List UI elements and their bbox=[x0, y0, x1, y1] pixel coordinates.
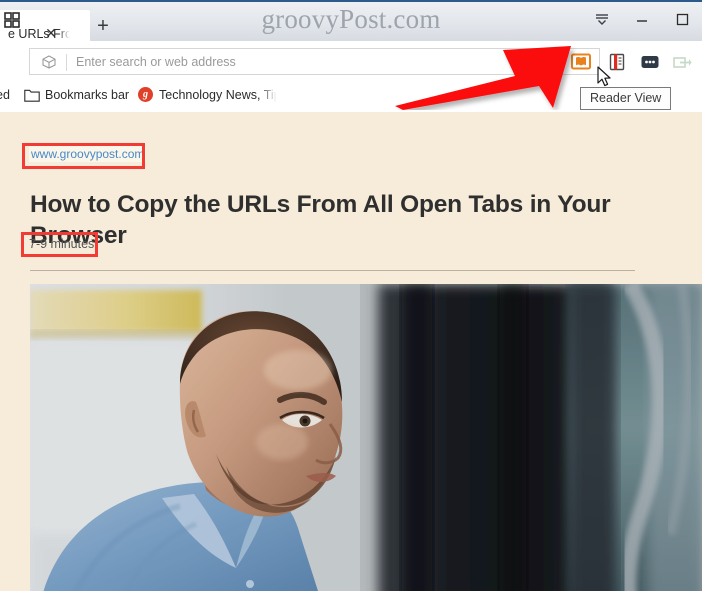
window-controls bbox=[582, 2, 702, 43]
title-bar: groovyPost.com e URLs Fro ✕ + bbox=[0, 0, 702, 43]
article-divider bbox=[30, 270, 635, 271]
annotation-box-read-time bbox=[21, 232, 98, 257]
more-settings-icon[interactable] bbox=[640, 52, 660, 72]
minimize-button[interactable] bbox=[622, 2, 662, 36]
annotation-box-url bbox=[22, 143, 145, 169]
globe-icon bbox=[41, 54, 57, 70]
new-tab-button[interactable]: + bbox=[92, 16, 114, 38]
address-input-placeholder[interactable]: Enter search or web address bbox=[76, 55, 236, 69]
bookmark-folder-label[interactable]: Bookmarks bar bbox=[45, 88, 129, 102]
address-bar[interactable]: Enter search or web address bbox=[29, 48, 600, 75]
tab-preview-icon[interactable] bbox=[2, 10, 22, 30]
folder-icon bbox=[24, 89, 40, 102]
reader-view-icon[interactable] bbox=[571, 53, 591, 70]
groovypost-favicon: g bbox=[138, 87, 153, 102]
tab-close-icon[interactable]: ✕ bbox=[43, 25, 59, 41]
tooltip-reader-view: Reader View bbox=[580, 87, 672, 110]
maximize-button[interactable] bbox=[662, 2, 702, 36]
browser-window: groovyPost.com e URLs Fro ✕ + Enter sear… bbox=[0, 0, 702, 591]
bookmark-item-technology-news[interactable]: Technology News, Tip bbox=[159, 88, 281, 102]
address-separator bbox=[66, 54, 67, 71]
bookmark-item-truncated[interactable]: ed bbox=[0, 88, 10, 102]
downloads-chevron-icon[interactable] bbox=[582, 2, 622, 36]
share-icon[interactable] bbox=[672, 52, 692, 72]
mouse-cursor bbox=[597, 66, 613, 88]
article-hero-image bbox=[30, 284, 702, 591]
article-title: How to Copy the URLs From All Open Tabs … bbox=[30, 191, 611, 249]
reader-view-content: www.groovypost.com How to Copy the URLs … bbox=[0, 112, 702, 591]
